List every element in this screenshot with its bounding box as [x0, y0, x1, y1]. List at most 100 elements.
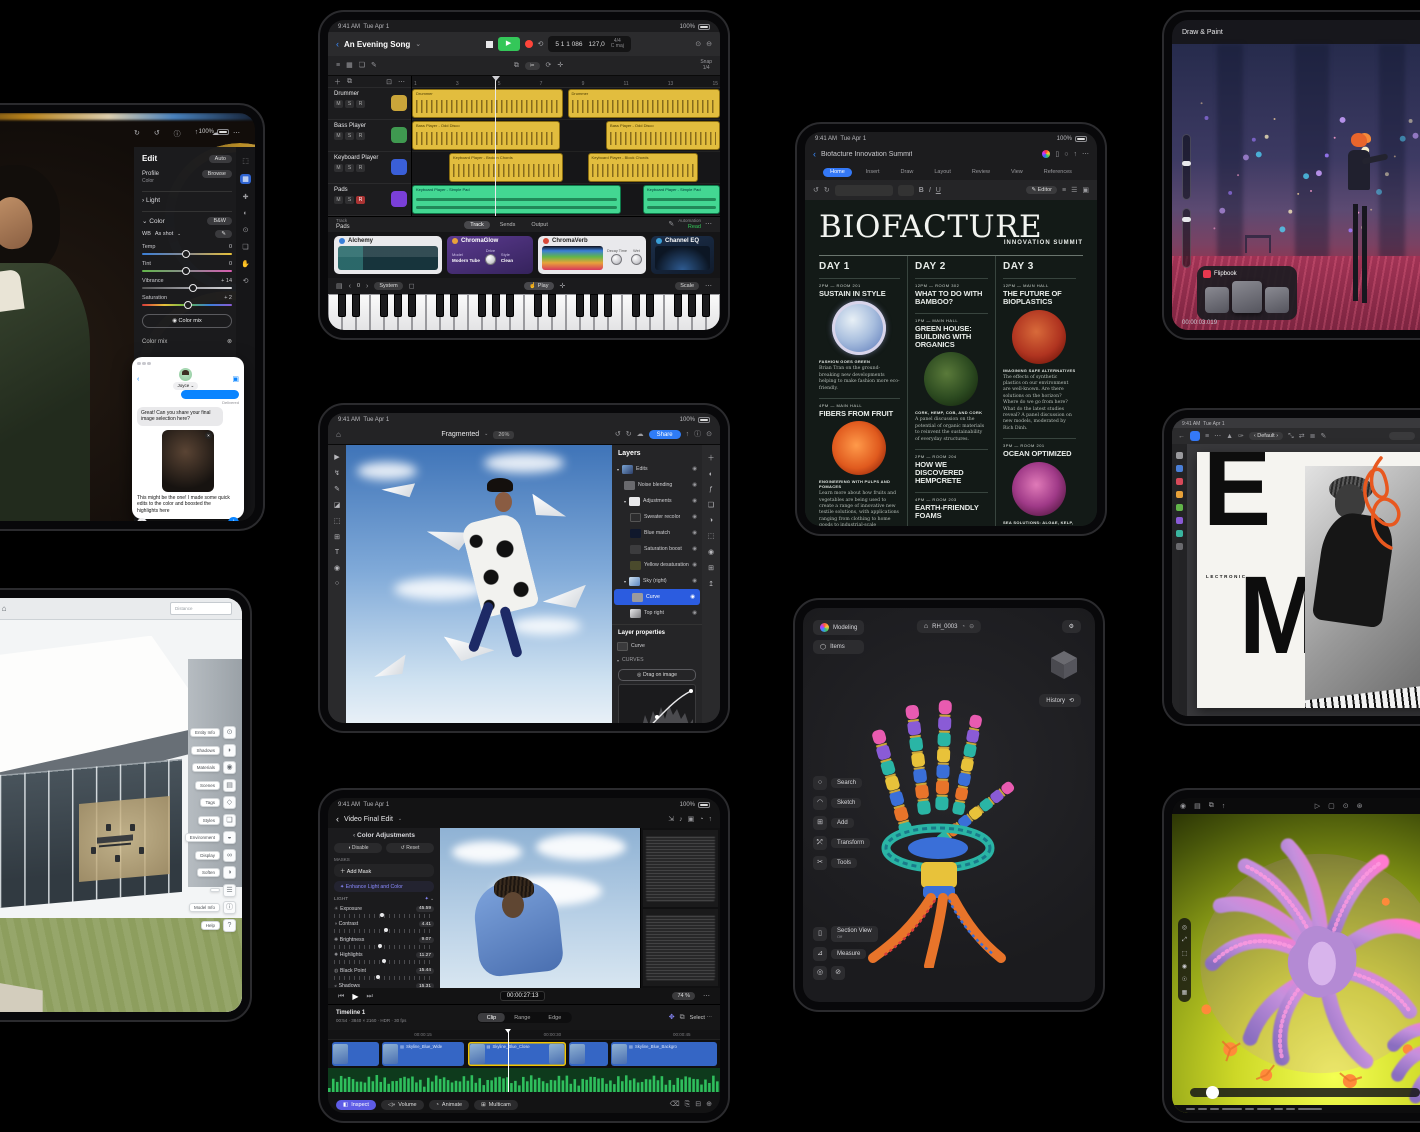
color-section[interactable]: ⌄ ColorB&W [142, 211, 232, 225]
transform-icon[interactable]: ⤡ [1288, 433, 1294, 440]
marquee-icon[interactable]: ✛ [557, 62, 563, 69]
undo-icon[interactable]: ↺ [615, 431, 621, 438]
bold-button[interactable]: B [919, 187, 924, 194]
layer-row[interactable]: ▾Sky (right)◉ [612, 573, 702, 589]
stop-button[interactable] [486, 41, 493, 48]
audio-track[interactable] [328, 1068, 720, 1092]
eyedropper-icon[interactable] [1176, 543, 1183, 550]
vibrance-slider[interactable]: Vibrance+ 14 [142, 278, 232, 289]
snap-setting[interactable]: Snap1/4 [700, 60, 712, 71]
brush-opacity-slider[interactable] [1182, 208, 1191, 268]
canvas[interactable] [346, 445, 612, 723]
masks-icon[interactable]: ◐ [709, 471, 713, 478]
detach-icon[interactable]: ⎘ [685, 1101, 691, 1108]
inspect-button[interactable]: ◧ Inspect [336, 1100, 376, 1110]
redo-icon[interactable]: ↻ [824, 187, 830, 194]
plugin-alchemy[interactable]: Alchemy [334, 236, 442, 274]
disable-button[interactable]: ◑ Disable [334, 843, 382, 853]
temp-slider[interactable]: Temp0 [142, 244, 232, 255]
wb-value[interactable]: As shot [155, 231, 173, 237]
sidebar-item-help[interactable]: Help? [201, 919, 236, 932]
timeline-clip[interactable]: ▤ Skyline_Blue_Backgro [611, 1042, 717, 1066]
tab-view[interactable]: View [1004, 168, 1030, 177]
tool-transform[interactable]: ⤱Transform [813, 836, 870, 850]
selection-tool-icon[interactable]: ⬚ [334, 517, 341, 525]
fx-icon[interactable]: ƒ [709, 486, 713, 493]
crop-panel-icon[interactable]: ⬚ [708, 532, 715, 540]
tracks-view-icon[interactable]: ≡ [336, 62, 340, 69]
connect-icon[interactable]: ✥ [669, 1014, 675, 1021]
sidebar-item-outliner[interactable]: ☰ [210, 884, 236, 897]
timeline-clip[interactable]: ▤ Skyline_Blue_Wide [382, 1042, 464, 1066]
piano-key-black[interactable] [674, 294, 683, 317]
append-icon[interactable]: ⊕ [706, 1101, 712, 1108]
more-icon[interactable]: ⋯ [1214, 433, 1221, 440]
poster-artboard[interactable]: E LECTRONIC M USIC [1197, 452, 1420, 708]
fill-tool-icon[interactable] [1176, 530, 1183, 537]
grid-icon[interactable]: ▦ [1182, 989, 1188, 996]
modeling-viewport[interactable]: Modeling ⬡Items ⌂RH_0003◔⊖ ⚙ History⟲ ○S… [803, 608, 1095, 1002]
list-icon[interactable]: ☰ [1071, 187, 1077, 194]
glove-model[interactable] [843, 658, 1063, 968]
modeling-button[interactable]: Modeling [813, 620, 864, 635]
eraser-tool-icon[interactable]: ◪ [334, 501, 341, 509]
tab-review[interactable]: Review [965, 168, 997, 177]
styles-icon[interactable]: ❏ [223, 814, 236, 827]
zoom-tool-icon[interactable]: ○ [335, 580, 339, 587]
skip-forward-icon[interactable]: ⏭ [366, 993, 372, 1000]
edit-icon[interactable]: ▦ [240, 174, 251, 184]
sidebar-item-shadows[interactable]: Shadows◗ [191, 744, 236, 757]
piano-key-black[interactable] [450, 294, 459, 317]
exposure-slider[interactable]: ☀ Exposure45.59 [334, 906, 434, 918]
items-button[interactable]: ⬡Items [813, 640, 864, 654]
camera-lock-icon[interactable]: ◉ [1182, 963, 1187, 970]
shadows-icon[interactable]: ◗ [223, 744, 236, 757]
share-button[interactable]: Share [649, 430, 681, 439]
layer-row[interactable]: Saturation boost◉ [612, 541, 702, 557]
tab-range[interactable]: Range [505, 1013, 539, 1022]
piano-key-black[interactable] [534, 294, 543, 317]
sidebar-item-scenes[interactable]: Scenes▤ [195, 779, 236, 792]
midi-region[interactable]: Keyboard Player - Simple Pad [643, 185, 720, 214]
volume-button[interactable]: ◁» Volume [381, 1100, 424, 1110]
piano-keyboard[interactable] [328, 294, 720, 330]
auto-button[interactable]: Auto [209, 155, 232, 163]
animate-button[interactable]: ◔ Animate [429, 1100, 470, 1110]
move-tool-icon[interactable] [1176, 452, 1183, 459]
sidebar-item-tags[interactable]: Tags◇ [200, 796, 236, 809]
frame-icon[interactable]: ⬚ [1182, 950, 1188, 957]
tab-insert[interactable]: Insert [859, 168, 887, 177]
playhead[interactable] [495, 76, 496, 216]
color-wheel-icon[interactable] [1042, 150, 1050, 158]
tool-search[interactable]: ○Search [813, 776, 870, 790]
timeline-clip[interactable] [332, 1042, 379, 1066]
automation-pen-icon[interactable]: ✎ [668, 221, 674, 228]
collapse-icon[interactable]: ⊡ [386, 78, 392, 86]
avatar[interactable] [179, 368, 192, 381]
editor-button[interactable]: ✎ Editor [1026, 186, 1057, 194]
device-icon[interactable]: ▯ [1055, 151, 1059, 158]
lens-icon[interactable]: ☉ [1182, 976, 1187, 983]
cloud-icon[interactable]: ☁ [212, 129, 219, 139]
cycle-icon[interactable]: ⟲ [538, 41, 544, 48]
glue-tool[interactable]: ✂ [525, 62, 540, 70]
plugin-channel-eq[interactable]: Channel EQ [651, 236, 714, 274]
add-layer-icon[interactable]: ＋ [708, 453, 715, 463]
timeline-clip-selected[interactable]: ▤ Skyline_Blue_Close [468, 1042, 566, 1066]
saturation-slider[interactable]: Saturation+ 2 [142, 295, 232, 306]
mic-icon[interactable]: ♪ [679, 816, 683, 823]
close-icon[interactable]: ⊗ [227, 338, 232, 345]
entity-info-icon[interactable]: ⊙ [223, 726, 236, 739]
song-title[interactable]: An Evening Song [344, 40, 410, 49]
piano-key-black[interactable] [632, 294, 641, 317]
lock-icon[interactable]: ◻ [409, 283, 415, 290]
window-controls[interactable] [137, 361, 239, 367]
hide-icon[interactable]: ⊘ [831, 966, 845, 980]
play-mode-button[interactable]: ☝ Play [524, 282, 553, 290]
bar-ruler[interactable]: 13579111315 [412, 76, 720, 88]
menu-icon[interactable]: ≡ [1205, 433, 1209, 440]
history-icon[interactable]: ⟲ [243, 277, 249, 285]
target-icon[interactable]: ◎ [1182, 924, 1187, 931]
tool-sketch[interactable]: ◠Sketch [813, 796, 870, 810]
hand-icon[interactable]: ✋ [241, 260, 250, 268]
